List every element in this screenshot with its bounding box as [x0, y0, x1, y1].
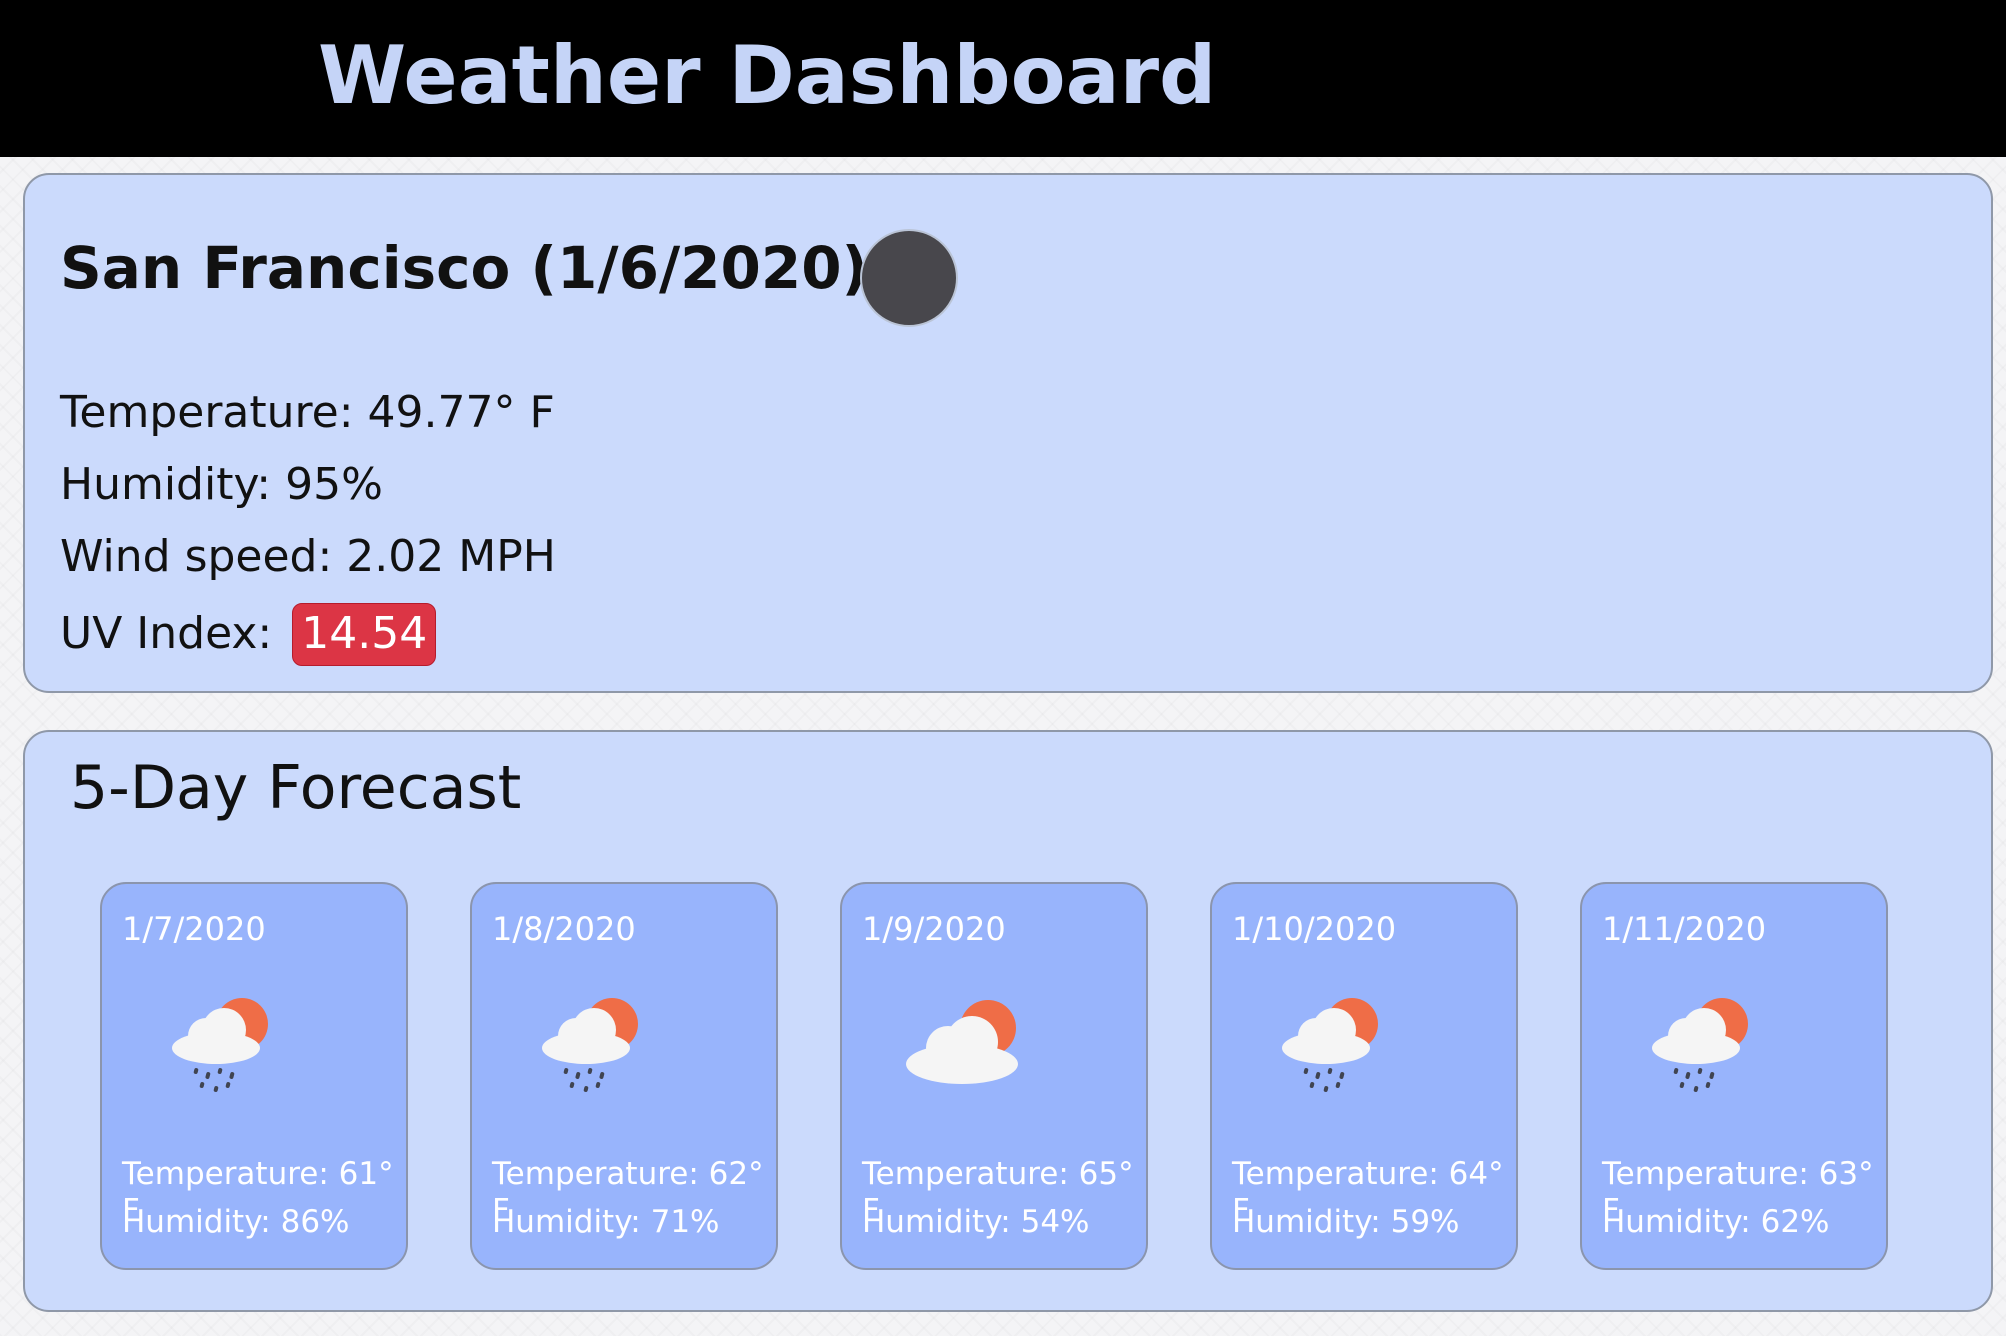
current-humidity: Humidity: 95% [60, 459, 383, 510]
forecast-humidity: Humidity: 71% [492, 1204, 720, 1240]
forecast-day-card: 1/9/2020 Temperature: 65° F Humidity: 54… [840, 882, 1148, 1270]
rain-cloud-sun-icon [542, 998, 638, 1092]
forecast-day-card: 1/8/2020 Temperature: 62° F Humidity: 71… [470, 882, 778, 1270]
forecast-humidity: Humidity: 62% [1602, 1204, 1830, 1240]
forecast-heading: 5-Day Forecast [70, 753, 522, 823]
uv-index-badge: 14.54 [292, 603, 437, 666]
current-temperature: Temperature: 49.77° F [60, 387, 555, 438]
rain-cloud-sun-icon [1282, 998, 1378, 1092]
forecast-humidity: Humidity: 59% [1232, 1204, 1460, 1240]
forecast-date: 1/7/2020 [122, 910, 266, 948]
forecast-date: 1/11/2020 [1602, 910, 1767, 948]
current-wind-speed: Wind speed: 2.02 MPH [60, 531, 556, 582]
uv-index-label: UV Index: [60, 608, 287, 659]
forecast-date: 1/8/2020 [492, 910, 636, 948]
forecast-humidity: Humidity: 54% [862, 1204, 1090, 1240]
forecast-date: 1/9/2020 [862, 910, 1006, 948]
forecast-day-card: 1/10/2020 Temperature: 64° F Humidity: 5… [1210, 882, 1518, 1270]
rain-cloud-sun-icon [1652, 998, 1748, 1092]
rain-cloud-sun-icon [172, 998, 268, 1092]
current-uv-index: UV Index: 14.54 [60, 603, 437, 666]
current-weather-card: San Francisco (1/6/2020) Temperature: 49… [23, 173, 1993, 693]
current-weather-icon [860, 229, 958, 327]
page-title: Weather Dashboard [318, 29, 1217, 122]
city-title: San Francisco (1/6/2020) [60, 234, 869, 302]
forecast-humidity: Humidity: 86% [122, 1204, 350, 1240]
forecast-date: 1/10/2020 [1232, 910, 1397, 948]
page-header: Weather Dashboard [0, 0, 2006, 157]
forecast-day-card: 1/11/2020 Temperature: 63° F Humidity: 6… [1580, 882, 1888, 1270]
forecast-day-card: 1/7/2020 Temperature: 61° F Humidity: 86… [100, 882, 408, 1270]
cloud-sun-icon [906, 1000, 1018, 1084]
forecast-section: 5-Day Forecast 1/7/2020 Temperature: 61°… [23, 730, 1993, 1312]
